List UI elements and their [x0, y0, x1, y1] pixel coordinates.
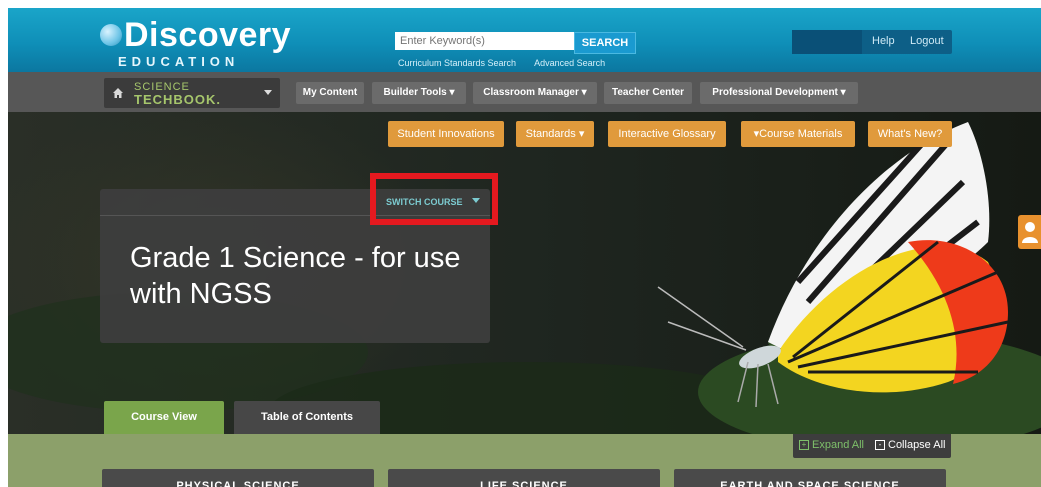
user-name-redacted	[792, 30, 862, 54]
logo-subtext: EDUCATION	[118, 54, 240, 69]
standards-button[interactable]: Standards ▾	[516, 121, 594, 147]
nav-my-content[interactable]: My Content	[296, 82, 364, 104]
collapse-all-button[interactable]: - Collapse All	[875, 439, 945, 451]
site-header: Discovery EDUCATION SEARCH Curriculum St…	[8, 8, 1041, 72]
advanced-search-link[interactable]: Advanced Search	[534, 58, 605, 68]
globe-icon	[100, 24, 122, 46]
interactive-glossary-button[interactable]: Interactive Glossary	[608, 121, 726, 147]
minus-square-icon: -	[875, 440, 885, 451]
switch-course-button[interactable]: SWITCH COURSE	[386, 197, 463, 207]
logo-text: Discovery	[124, 16, 292, 54]
logout-link[interactable]: Logout	[910, 35, 944, 47]
browser-viewport: Discovery EDUCATION SEARCH Curriculum St…	[8, 8, 1041, 487]
expand-all-button[interactable]: + Expand All	[799, 439, 864, 451]
expand-all-label: Expand All	[812, 439, 864, 451]
curriculum-standards-search-link[interactable]: Curriculum Standards Search	[398, 58, 516, 68]
search-button[interactable]: SEARCH	[574, 32, 636, 54]
student-innovations-button[interactable]: Student Innovations	[388, 121, 504, 147]
search-input[interactable]	[395, 32, 579, 50]
chevron-down-icon	[472, 198, 480, 203]
discovery-education-logo[interactable]: Discovery EDUCATION	[100, 16, 292, 69]
course-title: Grade 1 Science - for use with NGSS	[130, 242, 461, 310]
tab-course-view[interactable]: Course View	[104, 401, 224, 434]
search-links: Curriculum Standards Search Advanced Sea…	[398, 58, 621, 68]
plus-square-icon: +	[799, 440, 809, 451]
person-icon	[1022, 222, 1038, 243]
help-link[interactable]: Help	[872, 35, 895, 47]
home-icon	[113, 88, 123, 98]
whats-new-button[interactable]: What's New?	[868, 121, 952, 147]
category-life-science[interactable]: LIFE SCIENCE	[388, 469, 660, 487]
nav-teacher-center[interactable]: Teacher Center	[604, 82, 692, 104]
nav-classroom-manager[interactable]: Classroom Manager ▾	[473, 82, 597, 104]
category-earth-space-science[interactable]: EARTH AND SPACE SCIENCE	[674, 469, 946, 487]
feedback-tab[interactable]	[1018, 215, 1041, 249]
techbook-label-bottom: TECHBOOK.	[134, 92, 221, 107]
techbook-selector[interactable]: SCIENCE TECHBOOK.	[104, 78, 280, 108]
nav-builder-tools[interactable]: Builder Tools ▾	[372, 82, 466, 104]
collapse-all-label: Collapse All	[888, 439, 946, 451]
chevron-down-icon	[264, 90, 272, 95]
tab-table-of-contents[interactable]: Table of Contents	[234, 401, 380, 434]
user-box: Help Logout	[792, 30, 952, 54]
category-physical-science[interactable]: PHYSICAL SCIENCE	[102, 469, 374, 487]
course-materials-button[interactable]: ▾Course Materials	[741, 121, 855, 147]
expand-collapse-controls: + Expand All - Collapse All	[793, 434, 951, 458]
nav-professional-development[interactable]: Professional Development ▾	[700, 82, 858, 104]
